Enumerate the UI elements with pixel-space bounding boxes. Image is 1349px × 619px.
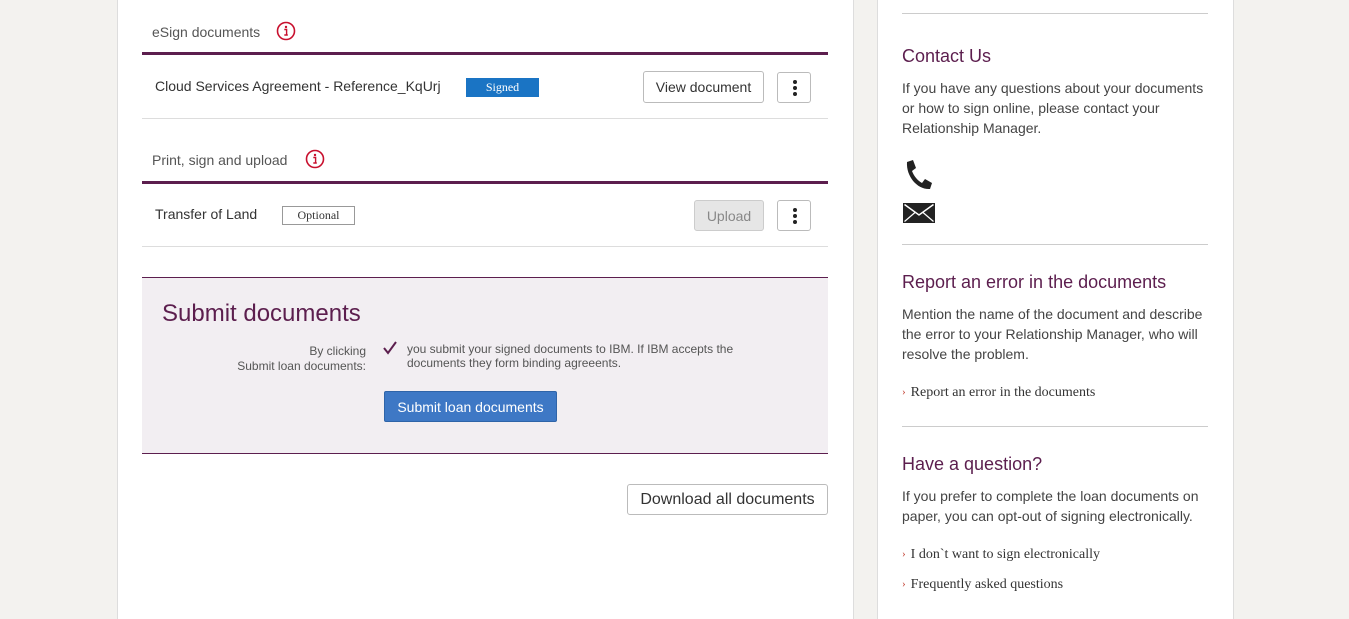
report-error-link-label: Report an error in the documents xyxy=(910,385,1096,400)
question-heading: Have a question? xyxy=(902,454,1043,474)
contact-heading: Contact Us xyxy=(902,46,992,66)
submit-documents-panel: Submit documents By clicking Submit loan… xyxy=(142,277,828,454)
report-heading: Report an error in the documents xyxy=(902,272,1167,292)
print-section-header: Print, sign and upload xyxy=(142,148,828,172)
more-options-button[interactable] xyxy=(777,72,811,103)
upload-button[interactable]: Upload xyxy=(694,200,764,231)
status-badge: Signed xyxy=(466,78,539,97)
submit-title: Submit documents xyxy=(162,300,361,327)
esign-section-title: eSign documents xyxy=(152,24,261,40)
faq-link[interactable]: › Frequently asked questions xyxy=(902,577,1063,593)
section-divider xyxy=(142,181,828,184)
help-sidebar: Contact Us If you have any questions abo… xyxy=(877,0,1234,619)
phone-icon[interactable] xyxy=(903,159,933,191)
section-divider xyxy=(142,52,828,55)
chevron-right-icon: › xyxy=(902,548,906,560)
sidebar-divider xyxy=(902,426,1208,427)
status-badge: Optional xyxy=(282,206,355,225)
sidebar-divider xyxy=(902,13,1208,14)
envelope-icon[interactable] xyxy=(903,203,935,223)
info-icon[interactable] xyxy=(276,21,296,41)
faq-link-label: Frequently asked questions xyxy=(910,577,1064,592)
row-divider xyxy=(142,246,828,247)
opt-out-link-label: I don`t want to sign electronically xyxy=(910,547,1101,562)
opt-out-link[interactable]: › I don`t want to sign electronically xyxy=(902,547,1100,563)
document-name: Cloud Services Agreement - Reference_KqU… xyxy=(155,78,441,94)
documents-panel: eSign documents Cloud Services Agreement… xyxy=(117,0,854,619)
chevron-right-icon: › xyxy=(902,386,906,398)
esign-section-header: eSign documents xyxy=(142,20,828,44)
more-options-button[interactable] xyxy=(777,200,811,231)
consent-text: you submit your signed documents to IBM.… xyxy=(407,342,734,370)
sidebar-divider xyxy=(902,244,1208,245)
view-document-button[interactable]: View document xyxy=(643,71,764,103)
row-divider xyxy=(142,118,828,119)
submit-loan-documents-button[interactable]: Submit loan documents xyxy=(384,391,557,422)
report-error-link[interactable]: › Report an error in the documents xyxy=(902,385,1095,401)
chevron-right-icon: › xyxy=(902,578,906,590)
by-clicking-line-2: Submit loan documents: xyxy=(237,359,366,373)
document-name: Transfer of Land xyxy=(155,206,258,222)
checkmark-icon xyxy=(383,341,397,355)
download-all-button[interactable]: Download all documents xyxy=(627,484,828,515)
by-clicking-line-1: By clicking xyxy=(309,344,366,358)
question-text: If you prefer to complete the loan docum… xyxy=(902,488,1199,524)
contact-text: If you have any questions about your doc… xyxy=(902,80,1204,136)
print-section-title: Print, sign and upload xyxy=(152,152,288,168)
by-clicking-label: By clicking Submit loan documents: xyxy=(202,344,366,374)
info-icon[interactable] xyxy=(305,149,325,169)
report-text: Mention the name of the document and des… xyxy=(902,306,1203,362)
